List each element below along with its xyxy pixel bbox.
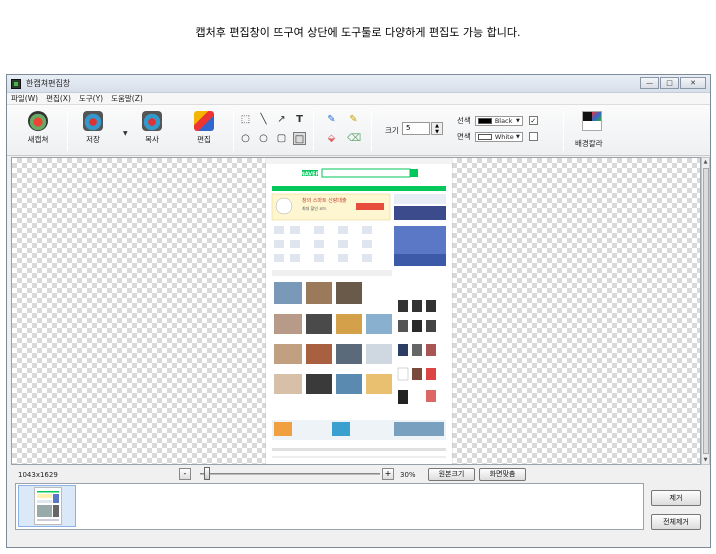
- chevron-down-icon: ▼: [515, 117, 520, 124]
- size-input[interactable]: 5: [402, 122, 430, 135]
- menu-help[interactable]: 도움말(Z): [111, 93, 143, 104]
- chevron-down-icon: ▼: [515, 133, 520, 140]
- menu-bar: 파일(W) 편집(X) 도구(Y) 도움말(Z): [7, 93, 710, 105]
- line-color-select[interactable]: Black ▼: [474, 115, 523, 126]
- toolbar-divider: [233, 111, 234, 151]
- maximize-button[interactable]: □: [660, 77, 679, 89]
- fill-color-swatch: [477, 133, 492, 140]
- size-label: 크기: [385, 126, 399, 135]
- copy-icon: [142, 111, 162, 131]
- line-color-row: 선색 Black ▼ ✓: [457, 115, 538, 126]
- thumbnail-item[interactable]: [18, 485, 76, 527]
- zoom-in-button[interactable]: +: [382, 468, 394, 480]
- fill-color-label: 면색: [457, 132, 471, 141]
- background-color-icon[interactable]: [582, 111, 602, 131]
- captured-page-preview: NAVER 창의 스마트 신랑대출 최대 할인 코드: [266, 158, 452, 464]
- toolbar-divider: [313, 111, 314, 151]
- new-capture-icon: [28, 111, 48, 131]
- fill-color-name: White: [494, 132, 514, 141]
- circle-tool-icon[interactable]: ○: [257, 132, 270, 145]
- toolbar-divider: [563, 111, 564, 151]
- edit-label: 편집: [197, 135, 211, 144]
- arrow-tool-icon[interactable]: ↗: [275, 113, 288, 126]
- zoom-slider-thumb[interactable]: [204, 467, 210, 480]
- save-label: 저장: [86, 135, 100, 144]
- menu-edit[interactable]: 편집(X): [46, 93, 71, 104]
- remove-button[interactable]: 제거: [651, 490, 701, 506]
- minimize-button[interactable]: —: [640, 77, 659, 89]
- line-tool-icon[interactable]: ╲: [257, 113, 270, 126]
- editor-window: 한캡쳐편집창 — □ ✕ 파일(W) 편집(X) 도구(Y) 도움말(Z) 새캡…: [6, 74, 711, 548]
- line-color-swatch: [477, 117, 492, 124]
- scrollbar-thumb[interactable]: [703, 168, 709, 454]
- promo-text: 창의 스마트 신랑대출: [302, 197, 347, 204]
- canvas-area[interactable]: NAVER 창의 스마트 신랑대출 최대 할인 코드: [11, 157, 701, 465]
- status-bar: 1043x1629 - + 30% 원본크기 화면맞춤: [7, 467, 712, 483]
- title-bar: 한캡쳐편집창 — □ ✕: [7, 75, 710, 93]
- close-button[interactable]: ✕: [680, 77, 706, 89]
- toolbar-divider: [67, 111, 68, 151]
- window-controls: — □ ✕: [640, 77, 706, 89]
- save-icon: [83, 111, 103, 131]
- zoom-percent: 30%: [400, 471, 416, 479]
- line-color-name: Black: [494, 116, 513, 125]
- new-capture-label: 새캡쳐: [27, 135, 49, 144]
- fill-color-select[interactable]: White ▼: [474, 131, 523, 142]
- fill-color-checkbox[interactable]: [528, 132, 538, 141]
- scroll-down-icon[interactable]: ▼: [702, 457, 709, 463]
- fill-tool-icon[interactable]: ⬙: [325, 132, 338, 145]
- rectangle-select-icon[interactable]: ⬚: [239, 113, 252, 126]
- eraser-tool-icon[interactable]: ⌫: [347, 132, 361, 145]
- toolbar-divider: [371, 111, 372, 151]
- line-color-checkbox[interactable]: ✓: [528, 116, 538, 125]
- menu-tools[interactable]: 도구(Y): [79, 93, 103, 104]
- thumbnail-page-image: [34, 487, 62, 525]
- menu-file[interactable]: 파일(W): [11, 93, 38, 104]
- vertical-scrollbar[interactable]: ▲ ▼: [701, 157, 710, 465]
- size-spinner[interactable]: ▲ ▼: [431, 122, 443, 135]
- new-capture-button[interactable]: 새캡쳐: [15, 109, 61, 145]
- edit-icon: [194, 111, 214, 131]
- remove-all-button[interactable]: 전체제거: [651, 514, 701, 530]
- save-button[interactable]: 저장: [70, 109, 116, 145]
- toolbar: 새캡쳐 저장 ▼ 복사 편집 ⬚ ╲ ↗ T ○ ○ ▢ □ ✎ ✎ ⬙ ⌫ 크…: [7, 105, 710, 156]
- copy-button[interactable]: 복사: [129, 109, 175, 145]
- text-tool-icon[interactable]: T: [293, 113, 306, 126]
- image-dimensions: 1043x1629: [18, 471, 58, 479]
- caption-text: 캡처후 편집창이 뜨구여 상단에 도구툴로 다양하게 편집도 가능 합니다.: [195, 26, 521, 39]
- copy-label: 복사: [145, 135, 159, 144]
- save-dropdown-icon[interactable]: ▼: [123, 130, 128, 137]
- scroll-up-icon[interactable]: ▲: [702, 159, 709, 165]
- fit-screen-button[interactable]: 화면맞춤: [479, 468, 526, 481]
- captured-webpage-image: NAVER 창의 스마트 신랑대출 최대 할인 코드: [266, 158, 452, 458]
- background-color-label[interactable]: 배경칼라: [575, 138, 603, 149]
- window-title: 한캡쳐편집창: [26, 79, 71, 88]
- site-logo: NAVER: [301, 172, 320, 178]
- fill-color-row: 면색 White ▼: [457, 131, 538, 142]
- zoom-out-button[interactable]: -: [179, 468, 191, 480]
- highlighter-tool-icon[interactable]: ✎: [347, 113, 360, 126]
- line-color-label: 선색: [457, 116, 471, 125]
- rounded-rect-tool-icon[interactable]: ▢: [275, 132, 288, 145]
- ellipse-tool-icon[interactable]: ○: [239, 132, 252, 145]
- edit-button[interactable]: 편집: [181, 109, 227, 145]
- pen-tool-icon[interactable]: ✎: [325, 113, 338, 126]
- thumbnail-strip: [15, 483, 644, 530]
- original-size-button[interactable]: 원본크기: [428, 468, 475, 481]
- promo-subtext: 최대 할인 코드: [302, 205, 327, 211]
- app-icon: [11, 78, 21, 89]
- zoom-slider-track[interactable]: [200, 473, 380, 475]
- filled-rect-tool-icon[interactable]: □: [293, 132, 306, 145]
